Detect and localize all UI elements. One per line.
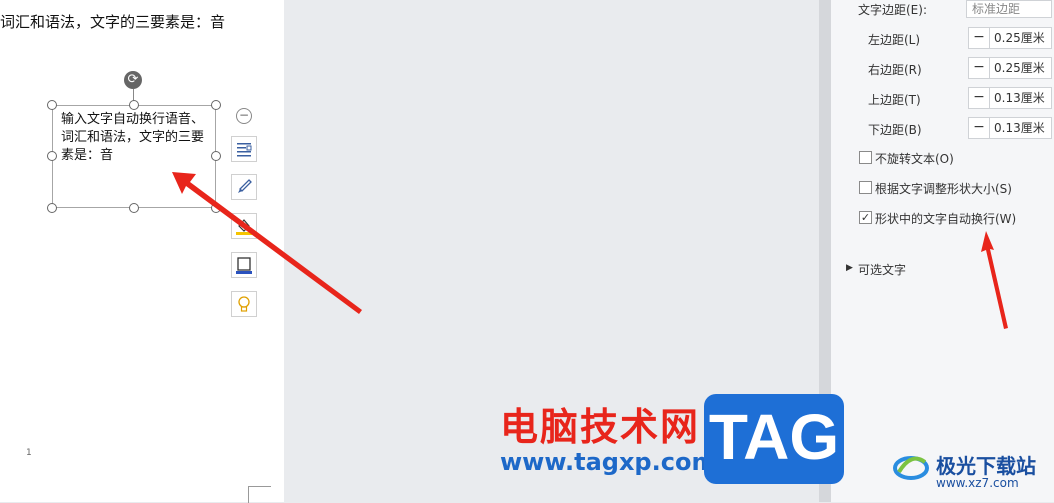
watermark-cn-title: 电脑技术网 bbox=[500, 405, 701, 449]
watermark-site2-name: 极光下载站 bbox=[936, 454, 1036, 478]
aurora-logo-icon bbox=[893, 456, 929, 480]
watermark-tag-text: TAG bbox=[708, 401, 840, 473]
watermark-site2-url: www.xz7.com bbox=[936, 476, 1019, 490]
annotation-arrow-left bbox=[172, 172, 362, 314]
watermark-tag-logo: TAG bbox=[704, 394, 844, 484]
annotation-arrow-right bbox=[981, 231, 1008, 329]
watermark-url: www.tagxp.com bbox=[500, 448, 717, 476]
